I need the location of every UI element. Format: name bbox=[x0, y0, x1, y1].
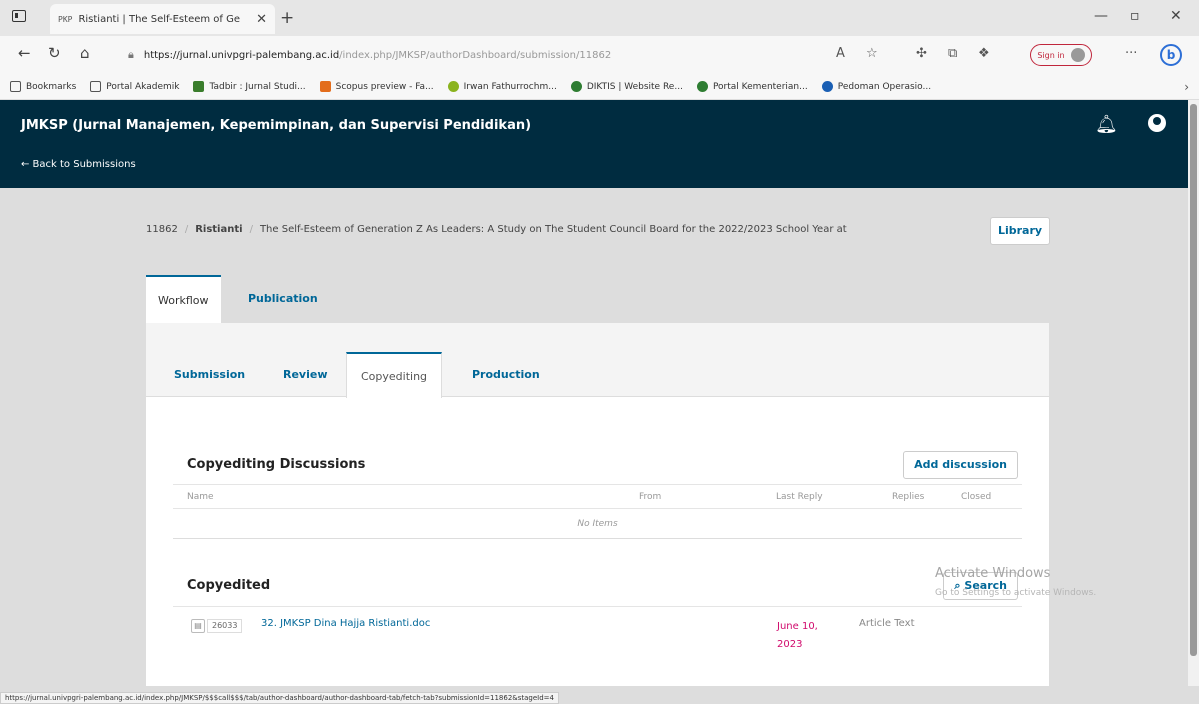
chevron-right-icon[interactable]: › bbox=[1184, 80, 1189, 94]
page-content: JMKSP (Jurnal Manajemen, Kepemimpinan, d… bbox=[0, 100, 1188, 686]
file-id: 26033 bbox=[207, 619, 243, 633]
file-type: Article Text bbox=[859, 618, 915, 629]
sign-in-button[interactable]: Sign in bbox=[1030, 44, 1092, 66]
globe-favicon-icon bbox=[821, 81, 833, 92]
activate-windows-subtitle: Go to Settings to activate Windows. bbox=[935, 588, 1097, 598]
new-tab-icon[interactable]: + bbox=[280, 8, 294, 28]
grid-column-headers: Name From Last Reply Replies Closed bbox=[173, 485, 1022, 509]
refresh-icon[interactable]: ↻ bbox=[48, 44, 61, 62]
browser-titlebar: PKP Ristianti | The Self-Esteem of Ge ✕ … bbox=[0, 0, 1199, 36]
bookmark-item[interactable]: Portal Akademik bbox=[90, 81, 179, 92]
close-window-icon[interactable]: ✕ bbox=[1170, 8, 1182, 24]
submission-title: The Self-Esteem of Generation Z As Leade… bbox=[259, 224, 847, 235]
tab-actions-icon[interactable] bbox=[12, 10, 26, 22]
sign-in-label: Sign in bbox=[1037, 50, 1065, 60]
bookmark-item[interactable]: DIKTIS | Website Re... bbox=[570, 81, 683, 92]
copilot-extension-icon[interactable]: ❖ bbox=[978, 46, 990, 61]
extensions-icon[interactable]: ✣ bbox=[916, 46, 927, 61]
submission-author: Ristianti bbox=[195, 224, 243, 235]
file-name-link[interactable]: 32. JMKSP Dina Hajja Ristianti.doc bbox=[261, 618, 430, 629]
journal-favicon-icon bbox=[193, 81, 205, 92]
bookmark-item[interactable]: Portal Kementerian... bbox=[696, 81, 808, 92]
bookmark-item[interactable]: Tadbir : Jurnal Studi... bbox=[193, 81, 306, 92]
more-menu-icon[interactable]: ··· bbox=[1125, 46, 1137, 61]
copyedited-files-grid: Copyedited ⌕ Search ▤ 26033 32. JMKSP Di… bbox=[173, 566, 1022, 656]
column-name: Name bbox=[187, 492, 214, 502]
bookmarks-bar: Bookmarks Portal Akademik Tadbir : Jurna… bbox=[0, 74, 1199, 100]
maximize-icon[interactable]: ▫ bbox=[1130, 8, 1140, 24]
page-info-icon[interactable]: 🔒︎ bbox=[128, 48, 134, 62]
submission-id: 11862 bbox=[146, 224, 178, 235]
file-date: June 10, 2023 bbox=[777, 621, 818, 650]
scopus-favicon-icon bbox=[319, 81, 331, 92]
table-row: ▤ 26033 32. JMKSP Dina Hajja Ristianti.d… bbox=[173, 606, 1022, 656]
scholar-favicon-icon bbox=[447, 81, 459, 92]
workflow-panel: Submission Review Copyediting Production… bbox=[146, 323, 1049, 686]
status-bar-url: https://jurnal.univpgri-palembang.ac.id/… bbox=[0, 692, 559, 704]
column-replies: Replies bbox=[892, 492, 925, 502]
column-closed: Closed bbox=[961, 492, 992, 502]
column-last-reply: Last Reply bbox=[776, 492, 823, 502]
empty-row: No Items bbox=[173, 509, 1022, 539]
close-tab-icon[interactable]: ✕ bbox=[256, 12, 267, 27]
tab-production[interactable]: Production bbox=[458, 352, 554, 398]
grid-header: Copyediting Discussions Add discussion bbox=[173, 445, 1022, 485]
minimize-icon[interactable]: — bbox=[1094, 8, 1108, 24]
bookmark-item[interactable]: Pedoman Operasio... bbox=[821, 81, 931, 92]
tab-title: Ristianti | The Self-Esteem of Ge bbox=[78, 13, 241, 25]
back-to-submissions-link[interactable]: ← Back to Submissions bbox=[21, 159, 136, 170]
back-arrow-icon[interactable]: ← bbox=[18, 44, 31, 62]
scrollbar-thumb[interactable] bbox=[1190, 104, 1197, 656]
page-icon bbox=[90, 81, 102, 92]
tab-submission[interactable]: Submission bbox=[160, 352, 259, 398]
grid-title: Copyediting Discussions bbox=[187, 457, 366, 472]
bookmark-item[interactable]: Bookmarks bbox=[10, 81, 76, 92]
tab-review[interactable]: Review bbox=[269, 352, 342, 398]
stage-tabs: Submission Review Copyediting Production bbox=[146, 323, 1049, 398]
pkp-favicon-icon: PKP bbox=[58, 14, 73, 24]
url-path: /index.php/JMKSP/authorDashboard/submiss… bbox=[339, 49, 612, 61]
column-from: From bbox=[639, 492, 662, 502]
profile-avatar-icon bbox=[1070, 48, 1085, 62]
browser-tab[interactable]: PKP Ristianti | The Self-Esteem of Ge ✕ bbox=[50, 4, 275, 34]
tab-copyediting[interactable]: Copyediting bbox=[346, 352, 443, 398]
copyediting-discussions-grid: Copyediting Discussions Add discussion N… bbox=[173, 445, 1022, 539]
kemenag-favicon-icon bbox=[696, 81, 708, 92]
home-icon[interactable]: ⌂ bbox=[80, 44, 90, 62]
favorite-star-icon[interactable]: ☆ bbox=[866, 46, 878, 61]
grid-title: Copyedited bbox=[187, 578, 271, 593]
read-aloud-icon[interactable]: A bbox=[836, 46, 845, 61]
notification-bell-icon[interactable]: 🔔︎ bbox=[1095, 114, 1118, 135]
collections-icon[interactable]: ⧉ bbox=[948, 46, 957, 61]
bookmark-item[interactable]: Irwan Fathurrochm... bbox=[447, 81, 557, 92]
breadcrumb: 11862/Ristianti / The Self-Esteem of Gener… bbox=[146, 224, 847, 235]
user-account-icon[interactable] bbox=[1148, 114, 1166, 132]
app-header: JMKSP (Jurnal Manajemen, Kepemimpinan, d… bbox=[0, 100, 1188, 188]
bookmark-item[interactable]: Scopus preview - Fa... bbox=[319, 81, 434, 92]
page-scrollbar[interactable] bbox=[1188, 100, 1199, 686]
bing-icon[interactable]: b bbox=[1160, 44, 1182, 66]
tab-publication[interactable]: Publication bbox=[236, 275, 330, 323]
address-bar[interactable]: 🔒︎ https://jurnal.univpgri-palembang.ac.… bbox=[118, 42, 870, 68]
grid-header: Copyedited ⌕ Search bbox=[173, 566, 1022, 606]
folder-icon bbox=[10, 81, 21, 92]
library-button[interactable]: Library bbox=[990, 217, 1050, 245]
browser-toolbar: ← ↻ ⌂ 🔒︎ https://jurnal.univpgri-palemba… bbox=[0, 36, 1199, 74]
add-discussion-button[interactable]: Add discussion bbox=[903, 451, 1018, 479]
journal-title[interactable]: JMKSP (Jurnal Manajemen, Kepemimpinan, d… bbox=[21, 118, 531, 133]
url-domain: https://jurnal.univpgri-palembang.ac.id bbox=[143, 49, 340, 61]
diktis-favicon-icon bbox=[570, 81, 582, 92]
tab-workflow[interactable]: Workflow bbox=[146, 275, 221, 323]
activate-windows-watermark: Activate Windows bbox=[935, 566, 1051, 581]
file-doc-icon: ▤ bbox=[191, 619, 205, 633]
